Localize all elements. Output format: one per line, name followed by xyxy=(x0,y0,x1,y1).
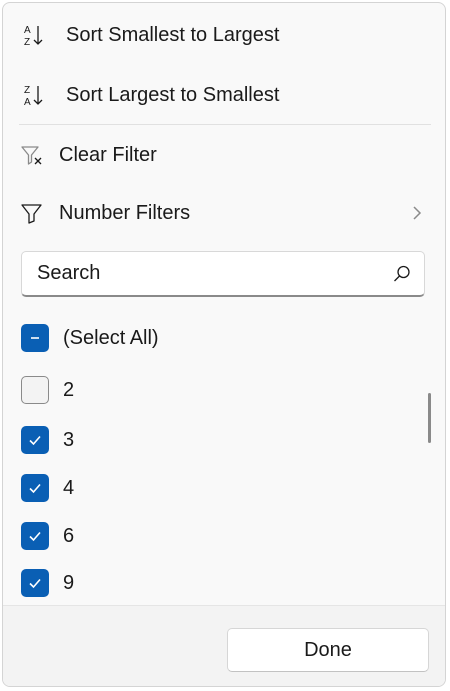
list-item-label: (Select All) xyxy=(63,326,159,349)
filter-icon xyxy=(20,201,44,225)
menu-divider xyxy=(19,124,431,125)
list-item[interactable]: 9 xyxy=(21,567,74,599)
list-item-label: 4 xyxy=(63,476,75,499)
done-button[interactable]: Done xyxy=(227,628,429,672)
list-item-label: 6 xyxy=(63,524,75,547)
menu-item-clear-filter[interactable]: Clear Filter xyxy=(3,129,445,181)
number-filters-label: Number Filters xyxy=(59,201,191,224)
value-checkbox[interactable] xyxy=(21,522,49,550)
search-box xyxy=(21,251,425,297)
search-input[interactable] xyxy=(37,252,377,294)
select-all-checkbox[interactable] xyxy=(21,324,49,352)
list-item-label: 3 xyxy=(63,428,75,451)
menu-item-sort-ascending[interactable]: A Z Sort Smallest to Largest xyxy=(3,9,445,61)
list-item-select-all[interactable]: (Select All) xyxy=(21,322,159,354)
chevron-right-icon xyxy=(411,203,423,223)
sort-descending-label: Sort Largest to Smallest xyxy=(66,83,280,106)
list-scrollbar[interactable] xyxy=(428,393,431,443)
list-item-label: 9 xyxy=(63,571,75,594)
value-checkbox[interactable] xyxy=(21,569,49,597)
value-checkbox[interactable] xyxy=(21,376,49,404)
sort-descending-icon: Z A xyxy=(23,83,45,107)
values-checklist: (Select All) 2 3 4 6 9 xyxy=(3,315,445,605)
list-item-label: 2 xyxy=(63,378,75,401)
clear-filter-icon xyxy=(20,143,44,167)
sort-ascending-icon: A Z xyxy=(23,23,45,47)
search-icon[interactable] xyxy=(392,264,412,284)
footer: Done xyxy=(3,605,445,686)
menu-item-sort-descending[interactable]: Z A Sort Largest to Smallest xyxy=(3,69,445,121)
list-item[interactable]: 3 xyxy=(21,424,74,456)
list-item[interactable]: 4 xyxy=(21,472,74,504)
svg-text:Z: Z xyxy=(24,37,30,47)
svg-text:A: A xyxy=(24,25,31,36)
filter-dropdown-panel: A Z Sort Smallest to Largest Z A Sort La… xyxy=(2,2,446,687)
list-item[interactable]: 6 xyxy=(21,520,74,552)
sort-ascending-label: Sort Smallest to Largest xyxy=(66,23,280,46)
value-checkbox[interactable] xyxy=(21,426,49,454)
value-checkbox[interactable] xyxy=(21,474,49,502)
svg-text:Z: Z xyxy=(24,85,30,96)
menu-item-number-filters[interactable]: Number Filters xyxy=(3,187,445,239)
svg-text:A: A xyxy=(24,97,31,107)
clear-filter-label: Clear Filter xyxy=(59,143,157,166)
list-item[interactable]: 2 xyxy=(21,374,74,406)
